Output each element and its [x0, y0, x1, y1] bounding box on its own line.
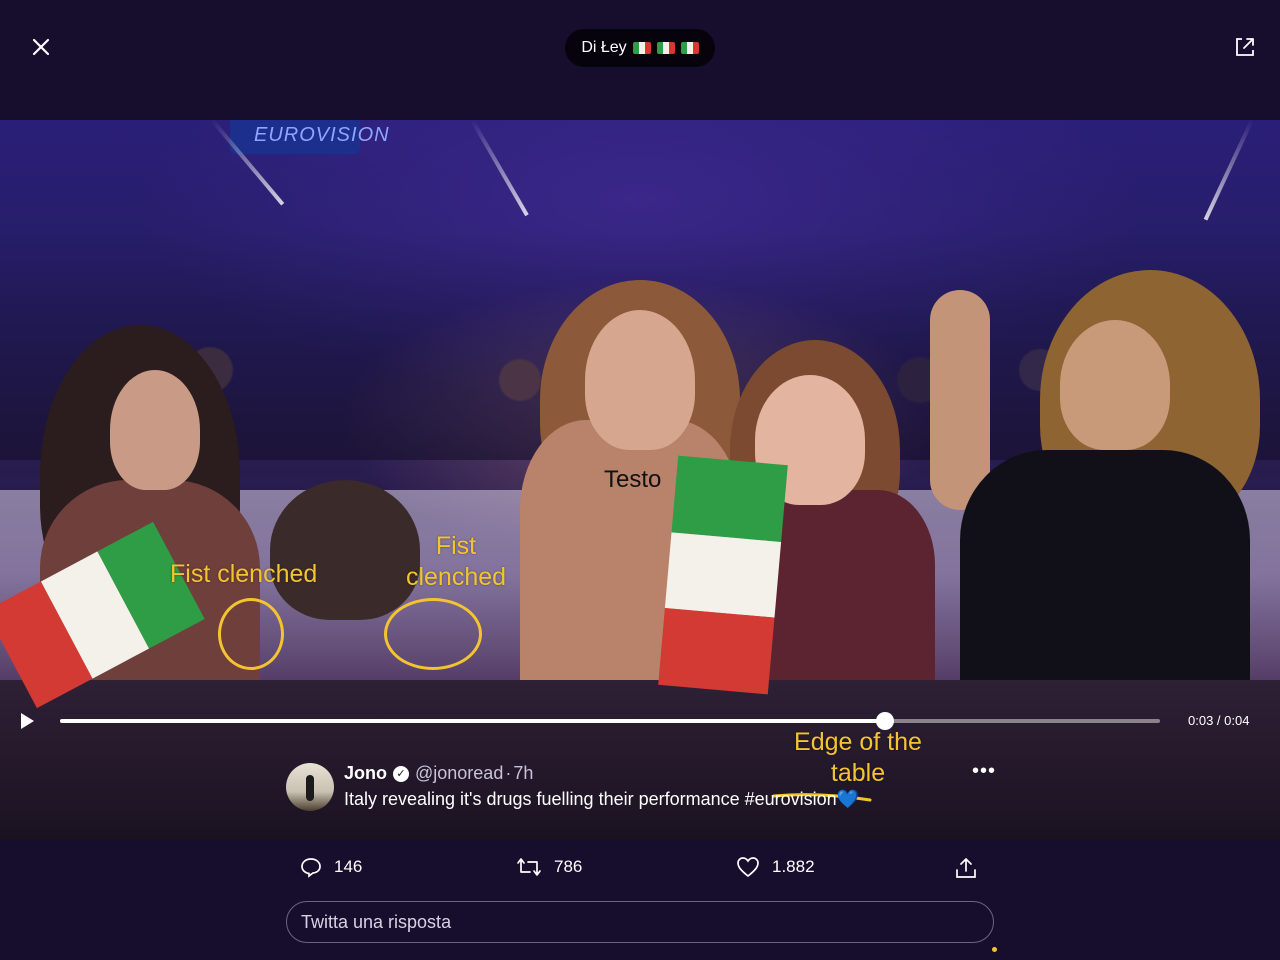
retweet-count: 786 — [554, 857, 583, 876]
person-face — [1060, 320, 1170, 450]
retweet-icon — [517, 858, 541, 876]
more-options-button[interactable]: ••• — [972, 760, 996, 783]
reply-input[interactable]: Twitta una risposta — [286, 901, 994, 943]
heart-icon — [737, 857, 759, 878]
italy-flag-icon — [632, 42, 651, 54]
progress-fill — [60, 719, 885, 723]
share-icon — [956, 858, 976, 878]
testo-overlay-text: Testo — [604, 466, 662, 493]
reply-placeholder: Twitta una risposta — [301, 911, 452, 932]
close-button[interactable] — [24, 30, 58, 64]
italy-flag-center — [658, 455, 788, 695]
progress-thumb[interactable] — [876, 712, 894, 730]
stage-light — [1203, 120, 1254, 221]
retweet-button[interactable]: 786 — [516, 856, 582, 878]
close-icon — [32, 38, 50, 56]
tweet-body: Italy revealing it's drugs fuelling thei… — [344, 789, 837, 809]
action-bar: 146 786 1.882 — [0, 850, 1280, 890]
blue-heart-icon: 💙 — [836, 789, 860, 809]
avatar[interactable] — [286, 763, 334, 811]
stage-light — [470, 120, 529, 217]
verified-badge-icon: ✓ — [393, 765, 409, 782]
reply-icon — [301, 858, 321, 878]
tweet-age: 7h — [513, 763, 534, 783]
annotation-fist-clenched-left: Fist clenched — [170, 560, 318, 588]
tweet-author-name[interactable]: Jono — [344, 763, 387, 784]
author-title: Di Łey — [581, 39, 627, 56]
annotation-line: Fist — [435, 532, 477, 560]
expand-button[interactable] — [1232, 34, 1258, 60]
time-readout: 0:03 / 0:04 — [1188, 713, 1250, 728]
reply-count: 146 — [334, 857, 363, 876]
tweet-header: Jono ✓ @jonoread · 7h — [344, 763, 533, 784]
progress-track[interactable] — [60, 719, 1160, 723]
share-button[interactable] — [954, 856, 978, 880]
person-face — [585, 310, 695, 450]
like-button[interactable]: 1.882 — [736, 856, 815, 878]
person-face — [110, 370, 200, 490]
play-button[interactable] — [16, 710, 38, 732]
annotation-circle-left — [218, 598, 284, 670]
expand-icon — [1236, 38, 1254, 56]
tweet-separator: · — [505, 763, 512, 783]
tweet-text: Italy revealing it's drugs fuelling thei… — [344, 789, 859, 810]
author-title-pill[interactable]: Di Łey — [565, 29, 715, 67]
person-raised-arm — [930, 290, 990, 510]
tweet-info: Jono ✓ @jonoread · 7h Italy revealing it's… — [286, 760, 1006, 820]
player-controls: 0:03 / 0:04 — [0, 700, 1280, 744]
indicator-dot — [992, 947, 997, 952]
top-bar: Di Łey — [0, 0, 1280, 120]
italy-flag-icon — [656, 42, 675, 54]
play-icon — [21, 713, 34, 729]
annotation-line: clenched — [405, 563, 507, 591]
annotation-circle-right — [384, 598, 482, 670]
reply-button[interactable]: 146 — [300, 856, 362, 878]
tweet-handle[interactable]: @jonoread — [415, 763, 503, 784]
eurovision-banner: EUROVISION — [230, 120, 389, 154]
annotation-fist-clenched-right: Fist clenched — [398, 531, 514, 593]
like-count: 1.882 — [772, 857, 815, 876]
italy-flag-icon — [680, 42, 699, 54]
